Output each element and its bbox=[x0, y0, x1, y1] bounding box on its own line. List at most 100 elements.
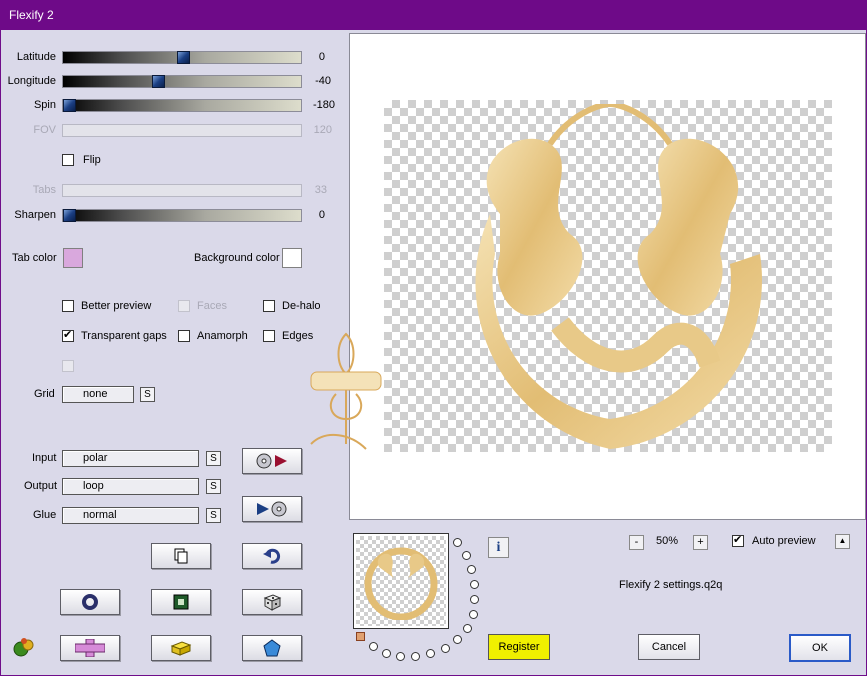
tab-color-label: Tab color bbox=[12, 252, 57, 264]
play-disc-icon bbox=[257, 501, 287, 517]
preset-dot-9[interactable] bbox=[441, 644, 450, 653]
longitude-slider-thumb[interactable] bbox=[152, 75, 165, 88]
anamorph-label: Anamorph bbox=[197, 330, 248, 342]
flip-checkbox[interactable] bbox=[62, 154, 74, 166]
fov-value: 120 bbox=[313, 124, 332, 136]
glue-label: Glue bbox=[33, 509, 57, 521]
auto-preview-checkbox[interactable]: ✔ bbox=[732, 534, 744, 547]
input-s-button[interactable]: S bbox=[206, 451, 221, 466]
preset-dot-3[interactable] bbox=[467, 565, 476, 574]
plus-button[interactable] bbox=[60, 635, 120, 661]
window-title: Flexify 2 bbox=[9, 8, 54, 22]
ring-icon bbox=[82, 594, 98, 610]
grid-select-value: none bbox=[83, 388, 108, 400]
preset-dot-11[interactable] bbox=[411, 652, 420, 661]
spin-slider-thumb[interactable] bbox=[63, 99, 76, 112]
square-button[interactable] bbox=[151, 589, 211, 615]
unnamed-disabled-checkbox bbox=[62, 360, 74, 372]
dehalo-checkbox[interactable] bbox=[263, 300, 275, 312]
auto-preview-label: Auto preview bbox=[752, 535, 816, 547]
collapse-up-button[interactable]: ▲ bbox=[835, 534, 850, 549]
register-button[interactable]: Register bbox=[488, 634, 550, 660]
sharpen-label: Sharpen bbox=[14, 209, 56, 221]
title-bar[interactable]: Flexify 2 bbox=[0, 0, 867, 30]
spin-slider[interactable] bbox=[62, 99, 302, 112]
zoom-in-button[interactable]: + bbox=[693, 535, 708, 550]
preset-dot-13[interactable] bbox=[382, 649, 391, 658]
ok-button[interactable]: OK bbox=[789, 634, 851, 662]
preset-dot-2[interactable] bbox=[462, 551, 471, 560]
transparent-gaps-checkbox[interactable]: ✔ bbox=[62, 329, 74, 342]
zoom-level: 50% bbox=[656, 535, 679, 547]
check-mark-icon: ✔ bbox=[733, 534, 743, 546]
yellow-brick-icon bbox=[170, 641, 192, 656]
edges-checkbox[interactable] bbox=[263, 330, 275, 342]
faces-checkbox bbox=[178, 300, 190, 312]
glue-s-button[interactable]: S bbox=[206, 508, 221, 523]
grid-s-button[interactable]: S bbox=[140, 387, 155, 402]
longitude-value: -40 bbox=[315, 75, 331, 87]
copy-button[interactable] bbox=[151, 543, 211, 569]
preset-dot-12[interactable] bbox=[396, 652, 405, 661]
brick-button[interactable] bbox=[151, 635, 211, 661]
blue-pentagon-icon bbox=[263, 639, 281, 657]
undo-arrow-icon bbox=[263, 548, 281, 564]
preset-dot-7[interactable] bbox=[463, 624, 472, 633]
preset-dot-5[interactable] bbox=[470, 595, 479, 604]
grid-select[interactable]: none bbox=[62, 386, 134, 403]
preview-area[interactable] bbox=[310, 33, 866, 520]
sharpen-slider-thumb[interactable] bbox=[63, 209, 76, 222]
pink-cross-icon bbox=[75, 639, 105, 657]
better-preview-label: Better preview bbox=[81, 300, 152, 312]
background-color-swatch[interactable] bbox=[282, 248, 302, 268]
glue-select[interactable]: normal bbox=[62, 507, 199, 524]
info-button[interactable]: i bbox=[488, 537, 509, 558]
tab-color-swatch[interactable] bbox=[63, 248, 83, 268]
output-select-value: loop bbox=[83, 480, 104, 492]
cancel-button[interactable]: Cancel bbox=[638, 634, 700, 660]
fov-slider bbox=[62, 124, 302, 137]
preset-dot-14[interactable] bbox=[369, 642, 378, 651]
preset-marker-square[interactable] bbox=[356, 632, 365, 641]
flip-label: Flip bbox=[83, 154, 101, 166]
faces-label: Faces bbox=[197, 300, 227, 312]
tabs-value: 33 bbox=[314, 184, 327, 196]
square-frame-icon bbox=[173, 594, 189, 610]
preset-dot-6[interactable] bbox=[469, 610, 478, 619]
dialog-client: Latitude 0 Longitude -40 Spin -180 FOV 1… bbox=[1, 30, 866, 675]
preset-dot-4[interactable] bbox=[470, 580, 479, 589]
latitude-label: Latitude bbox=[16, 51, 56, 63]
pentagon-button[interactable] bbox=[242, 635, 302, 661]
input-select[interactable]: polar bbox=[62, 450, 199, 467]
anamorph-checkbox[interactable] bbox=[178, 330, 190, 342]
latitude-slider[interactable] bbox=[62, 51, 302, 64]
preset-dot-10[interactable] bbox=[426, 649, 435, 658]
dehalo-label: De-halo bbox=[282, 300, 321, 312]
background-color-label: Background color bbox=[194, 252, 280, 264]
better-preview-checkbox[interactable] bbox=[62, 300, 74, 312]
thumbnail-preview[interactable] bbox=[353, 533, 449, 629]
longitude-slider[interactable] bbox=[62, 75, 302, 88]
preset-dot-1[interactable] bbox=[453, 538, 462, 547]
tabs-slider bbox=[62, 184, 302, 197]
sharpen-slider[interactable] bbox=[62, 209, 302, 222]
watermark-stamp bbox=[306, 324, 386, 454]
latitude-slider-thumb[interactable] bbox=[177, 51, 190, 64]
glue-select-value: normal bbox=[83, 509, 117, 521]
output-select[interactable]: loop bbox=[62, 478, 199, 495]
spin-label: Spin bbox=[33, 99, 56, 111]
output-s-button[interactable]: S bbox=[206, 479, 221, 494]
tabs-label: Tabs bbox=[32, 184, 56, 196]
ring-button[interactable] bbox=[60, 589, 120, 615]
random-button[interactable] bbox=[242, 589, 302, 615]
check-mark-icon: ✔ bbox=[63, 329, 73, 341]
input-select-value: polar bbox=[83, 452, 108, 464]
save-output-button[interactable] bbox=[242, 496, 302, 522]
load-input-button[interactable] bbox=[242, 448, 302, 474]
output-label: Output bbox=[24, 480, 58, 492]
spin-value: -180 bbox=[312, 99, 335, 111]
preset-dot-8[interactable] bbox=[453, 635, 462, 644]
zoom-out-button[interactable]: - bbox=[629, 535, 644, 550]
undo-button[interactable] bbox=[242, 543, 302, 569]
input-label: Input bbox=[32, 452, 57, 464]
